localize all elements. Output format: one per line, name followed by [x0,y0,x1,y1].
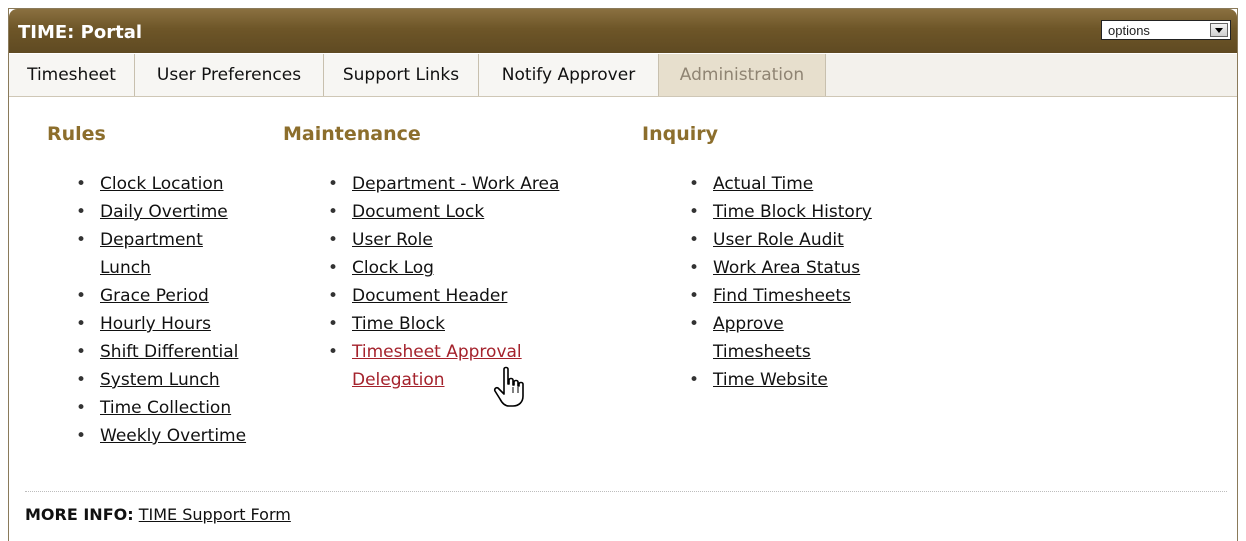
inquiry-heading: Inquiry [642,123,718,145]
list-item: Actual Time [689,170,929,198]
list-item: Grace Period [76,282,266,310]
list-item: Clock Location [76,170,266,198]
support-form-link[interactable]: TIME Support Form [139,505,291,524]
document-lock-link[interactable]: Document Lock [352,202,484,222]
tab-administration[interactable]: Administration [659,54,826,96]
list-item: Weekly Overtime [76,422,266,450]
footer-divider [25,491,1227,492]
time-collection-link[interactable]: Time Collection [100,398,231,418]
time-block-history-link[interactable]: Time Block History [713,202,872,222]
options-value: options [1108,23,1150,38]
chevron-down-icon[interactable] [1210,23,1228,37]
rules-list: Clock Location Daily Overtime Department… [76,170,266,450]
hand-cursor-icon [493,366,524,407]
options-dropdown[interactable]: options [1101,20,1231,40]
clock-log-link[interactable]: Clock Log [352,258,434,278]
portal-frame: TIME: Portal options Timesheet User Pref… [8,8,1238,541]
time-website-link[interactable]: Time Website [713,370,828,390]
list-item: Clock Log [328,254,618,282]
list-item: Document Header [328,282,618,310]
inquiry-list: Actual Time Time Block History User Role… [689,170,929,394]
list-item: Time Website [689,366,929,394]
rules-heading: Rules [47,123,106,145]
title-bar: TIME: Portal options [9,9,1237,53]
list-item: Department Lunch [76,226,225,282]
list-item: User Role Audit [689,226,929,254]
tab-notify-approver[interactable]: Notify Approver [479,54,659,96]
more-info-label: MORE INFO: [25,505,134,524]
list-item: User Role [328,226,618,254]
find-timesheets-link[interactable]: Find Timesheets [713,286,851,306]
list-item: Daily Overtime [76,198,266,226]
list-item: Find Timesheets [689,282,929,310]
list-item: System Lunch [76,366,266,394]
department-lunch-link[interactable]: Department Lunch [100,230,203,278]
more-info: MORE INFO: TIME Support Form [25,505,291,524]
tab-user-preferences[interactable]: User Preferences [135,54,324,96]
maintenance-heading: Maintenance [283,123,421,145]
approve-timesheets-link[interactable]: Approve Timesheets [713,314,811,362]
portal-title: TIME: Portal [18,22,143,43]
list-item: Shift Differential [76,338,266,366]
weekly-overtime-link[interactable]: Weekly Overtime [100,426,246,446]
tab-bar: Timesheet User Preferences Support Links… [9,54,1237,97]
list-item: Work Area Status [689,254,929,282]
clock-location-link[interactable]: Clock Location [100,174,224,194]
list-item: Hourly Hours [76,310,266,338]
list-item: Time Block [328,310,618,338]
tab-support-links[interactable]: Support Links [324,54,479,96]
work-area-status-link[interactable]: Work Area Status [713,258,860,278]
list-item: Time Collection [76,394,266,422]
grace-period-link[interactable]: Grace Period [100,286,209,306]
user-role-link[interactable]: User Role [352,230,433,250]
list-item: Approve Timesheets [689,310,833,366]
list-item: Department - Work Area [328,170,618,198]
department-work-area-link[interactable]: Department - Work Area [352,174,559,194]
list-item: Time Block History [689,198,929,226]
system-lunch-link[interactable]: System Lunch [100,370,220,390]
shift-differential-link[interactable]: Shift Differential [100,342,238,362]
actual-time-link[interactable]: Actual Time [713,174,813,194]
list-item: Document Lock [328,198,618,226]
maintenance-list: Department - Work Area Document Lock Use… [328,170,618,394]
hourly-hours-link[interactable]: Hourly Hours [100,314,211,334]
daily-overtime-link[interactable]: Daily Overtime [100,202,228,222]
tab-timesheet[interactable]: Timesheet [9,54,135,96]
document-header-link[interactable]: Document Header [352,286,507,306]
user-role-audit-link[interactable]: User Role Audit [713,230,844,250]
time-block-link[interactable]: Time Block [352,314,445,334]
